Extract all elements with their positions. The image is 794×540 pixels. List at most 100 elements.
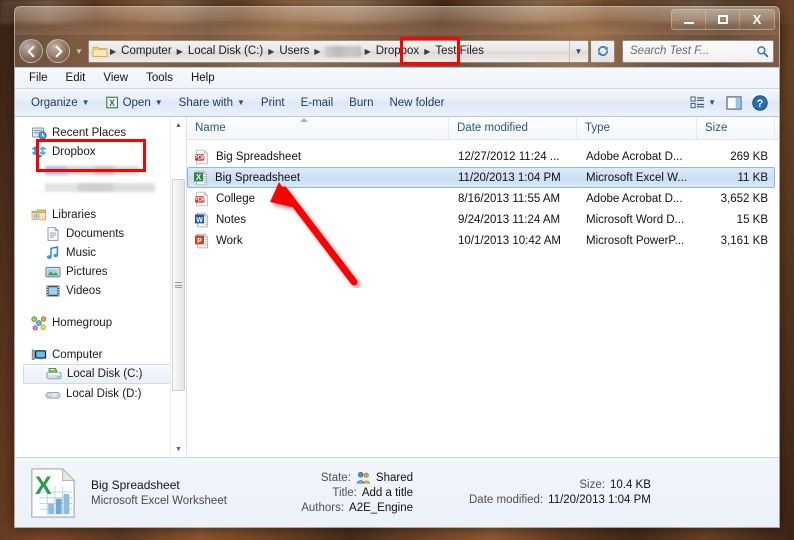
window-controls: X [671,9,775,30]
sidebar-label-libraries: Libraries [52,208,97,221]
cell-type: Microsoft Word D... [586,213,685,226]
explorer-body: Recent Places Dropbox Libraries Document… [15,116,779,457]
menu-help[interactable]: Help [191,72,215,84]
sidebar-item-videos[interactable]: Videos [15,281,186,300]
svg-text:P: P [197,237,202,244]
forward-arrow-icon [55,45,62,57]
breadcrumb-separator: ▶ [110,46,117,56]
new-folder-button[interactable]: New folder [381,94,452,112]
organize-button[interactable]: Organize ▼ [23,94,98,112]
breadcrumb-item-username-redacted[interactable] [324,45,361,57]
sidebar-item-computer[interactable]: Computer [15,345,186,364]
svg-text:PDF: PDF [194,155,206,161]
breadcrumb-item-computer[interactable]: Computer [117,45,176,57]
sidebar-item-recent-places[interactable]: Recent Places [15,123,186,142]
column-header-date-modified[interactable]: Date modified [449,116,577,140]
scroll-down-arrow-icon[interactable]: ▼ [171,441,186,457]
details-date-modified-label: Date modified: [469,494,544,506]
column-header-type[interactable]: Type [577,116,697,140]
breadcrumb-item-local-disk-c[interactable]: Local Disk (C:) [184,45,267,57]
column-headers: Name Date modified Type Size [187,116,779,140]
sidebar-item-libraries[interactable]: Libraries [15,205,186,224]
close-button[interactable]: X [740,10,774,29]
cell-size: 3,161 KB [720,234,768,247]
scrollbar-thumb[interactable] [172,179,185,391]
scroll-up-arrow-icon[interactable]: ▲ [171,117,186,133]
pictures-icon [45,264,61,280]
sidebar-item-dropbox[interactable]: Dropbox [15,142,186,161]
details-authors-value[interactable]: A2E_Engine [349,502,413,514]
svg-text:X: X [109,98,115,108]
details-size-row: Size: 10.4 KB [469,479,651,491]
cell-date-modified: 10/1/2013 10:42 AM [458,234,561,247]
recent-places-icon [31,125,47,141]
refresh-button[interactable] [591,39,615,63]
table-row[interactable]: X Big Spreadsheet 11/20/2013 1:04 PM Mic… [187,167,775,188]
details-state-row: State: Shared [243,471,413,484]
help-button[interactable]: ? [747,93,773,113]
table-row[interactable]: W Notes 9/24/2013 11:24 AM Microsoft Wor… [187,209,779,230]
breadcrumb[interactable]: ▶ Computer ▶ Local Disk (C:) ▶ Users ▶ ▶… [88,39,589,63]
menu-tools[interactable]: Tools [146,72,173,84]
sidebar-label-music: Music [66,246,97,259]
burn-button[interactable]: Burn [341,94,381,112]
back-arrow-icon [27,45,34,57]
sidebar-item-music[interactable]: Music [15,243,186,262]
print-button[interactable]: Print [253,94,293,112]
breadcrumb-item-dropbox[interactable]: Dropbox [372,45,423,57]
maximize-button[interactable] [706,10,740,29]
navigation-pane: Recent Places Dropbox Libraries Document… [15,117,187,457]
change-view-button[interactable]: ▼ [685,94,721,112]
details-title-value[interactable]: Add a title [362,487,413,499]
breadcrumb-separator: ▶ [424,46,431,56]
table-row[interactable]: P Work 10/1/2013 10:42 AM Microsoft Powe… [187,230,779,251]
details-file-kind: Microsoft Excel Worksheet [91,495,227,507]
excel-document-icon: X [31,467,76,518]
excel-icon: X [105,96,118,109]
table-row[interactable]: PDF College 8/16/2013 11:55 AM Adobe Acr… [187,188,779,209]
sidebar-label-dropbox: Dropbox [52,145,96,158]
column-header-size[interactable]: Size [697,116,775,140]
pdf-icon: PDF [194,148,209,164]
cell-type: Adobe Acrobat D... [586,192,683,205]
search-input[interactable]: Search Test F... [630,45,756,57]
back-button[interactable] [19,39,43,63]
search-box[interactable]: Search Test F... [622,39,774,63]
preview-pane-button[interactable] [721,94,747,112]
recent-pages-dropdown[interactable]: ▼ [73,41,85,61]
cell-date-modified: 11/20/2013 1:04 PM [458,171,561,184]
sidebar-item-local-disk-c[interactable]: Local Disk (C:) [23,364,180,384]
breadcrumb-item-test-files[interactable]: Test Files [431,45,488,57]
sidebar-item-pictures[interactable]: Pictures [15,262,186,281]
menu-edit[interactable]: Edit [66,72,86,84]
menu-file[interactable]: File [29,72,48,84]
email-label: E-mail [300,96,334,109]
preview-pane-icon [726,95,742,110]
file-list-pane: Name Date modified Type Size PDF Big Spr… [187,116,779,457]
cell-name: PDF Big Spreadsheet [188,148,450,165]
cell-size: 15 KB [736,213,768,226]
email-button[interactable]: E-mail [293,94,342,112]
open-button[interactable]: X Open ▼ [98,93,171,112]
share-with-button[interactable]: Share with ▼ [171,94,253,112]
pdf-icon: PDF [194,190,209,206]
sidebar-label-pictures: Pictures [66,265,108,278]
cell-type: Microsoft PowerP... [586,234,685,247]
details-title-row: Title: Add a title [243,487,413,499]
table-row[interactable]: PDF Big Spreadsheet 12/27/2012 11:24 ...… [187,146,779,167]
homegroup-icon [31,315,47,331]
minimize-button[interactable] [672,10,706,29]
sidebar-item-local-disk-d[interactable]: Local Disk (D:) [15,384,186,403]
title-bar: X [15,7,779,35]
sidebar-item-homegroup[interactable]: Homegroup [15,313,186,332]
breadcrumb-dropdown-button[interactable]: ▼ [569,40,587,62]
sidebar-item-redacted[interactable] [15,161,186,180]
forward-button[interactable] [46,39,70,63]
details-name-column: Big Spreadsheet Microsoft Excel Workshee… [91,478,243,507]
navigation-pane-scrollbar[interactable]: ▲ ▼ [170,117,186,457]
sidebar-item-documents[interactable]: Documents [15,224,186,243]
menu-view[interactable]: View [103,72,128,84]
chevron-down-icon: ▼ [154,98,163,107]
column-header-name[interactable]: Name [187,116,449,140]
breadcrumb-item-users[interactable]: Users [275,45,313,57]
